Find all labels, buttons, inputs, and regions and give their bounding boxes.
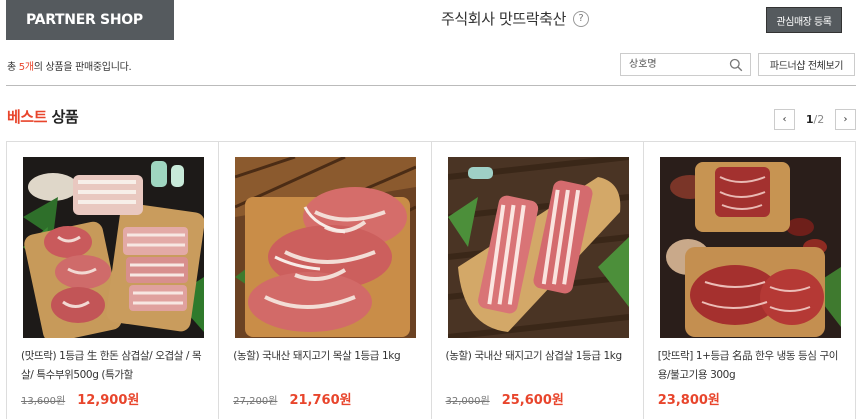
price-row: 32,000원 25,600원 [446, 389, 564, 408]
product-card[interactable]: (농할) 국내산 돼지고기 목살 1등급 1kg 27,200원 21,760원 [219, 142, 432, 419]
section-title: 베스트 상품 [7, 106, 79, 127]
count-prefix: 총 [7, 62, 19, 73]
product-grid: (맛뜨락) 1등급 生 한돈 삼겹살/ 오겹살 / 목살/ 특수부위500g (… [6, 141, 856, 419]
product-name[interactable]: [맛뜨락] 1+등급 名品 한우 냉동 등심 구이용/불고기용 300g [658, 347, 848, 385]
partner-shop-badge: PARTNER SHOP [6, 0, 174, 40]
shop-name: 주식회사 맛뜨락축산 [441, 10, 566, 28]
product-name[interactable]: (맛뜨락) 1등급 生 한돈 삼겹살/ 오겹살 / 목살/ 특수부위500g (… [21, 347, 211, 385]
product-card[interactable]: [맛뜨락] 1+등급 名品 한우 냉동 등심 구이용/불고기용 300g 23,… [644, 142, 855, 419]
product-image[interactable] [447, 157, 629, 338]
pager: ‹ 1/2 › [774, 109, 856, 130]
original-price: 32,000원 [445, 396, 490, 407]
count-suffix: 의 상품을 판매중입니다. [33, 62, 132, 73]
sale-price: 23,800원 [657, 393, 720, 408]
pager-prev-button[interactable]: ‹ [774, 109, 795, 130]
section-title-rest: 상품 [46, 108, 79, 126]
product-card[interactable]: (맛뜨락) 1등급 生 한돈 삼겹살/ 오겹살 / 목살/ 특수부위500g (… [7, 142, 220, 419]
shop-title-group: 주식회사 맛뜨락축산 ? [441, 8, 589, 29]
sale-price: 12,900원 [77, 393, 140, 408]
sale-price: 25,600원 [501, 393, 564, 408]
pager-next-button[interactable]: › [835, 109, 856, 130]
help-icon[interactable]: ? [572, 10, 589, 27]
product-image[interactable] [235, 157, 417, 338]
product-card[interactable]: (농할) 국내산 돼지고기 삼겹살 1등급 1kg 32,000원 25,600… [432, 142, 644, 419]
section-title-accent: 베스트 [7, 108, 47, 126]
product-name[interactable]: (농할) 국내산 돼지고기 목살 1등급 1kg [233, 347, 423, 385]
product-image[interactable] [23, 157, 204, 338]
product-name[interactable]: (농할) 국내산 돼지고기 삼겹살 1등급 1kg [446, 347, 636, 385]
search-icon[interactable] [725, 55, 747, 75]
price-row: 13,600원 12,900원 [21, 389, 139, 408]
price-row: 23,800원 [658, 389, 720, 408]
divider [6, 85, 856, 86]
favorite-shop-button[interactable]: 관심매장 등록 [766, 7, 842, 33]
product-image[interactable] [659, 157, 841, 338]
shop-search-input[interactable] [621, 54, 725, 75]
search-box [620, 53, 751, 76]
product-count-text: 총 5개의 상품을 판매중입니다. [7, 58, 132, 73]
pager-total: 2 [817, 113, 825, 126]
view-all-shops-button[interactable]: 파드너샵 전체보기 [758, 53, 855, 76]
pager-indicator: 1/2 [795, 113, 835, 126]
price-row: 27,200원 21,760원 [233, 389, 351, 408]
original-price: 13,600원 [21, 396, 66, 407]
sale-price: 21,760원 [289, 393, 352, 408]
original-price: 27,200원 [233, 396, 278, 407]
count-value: 5개 [18, 62, 34, 73]
